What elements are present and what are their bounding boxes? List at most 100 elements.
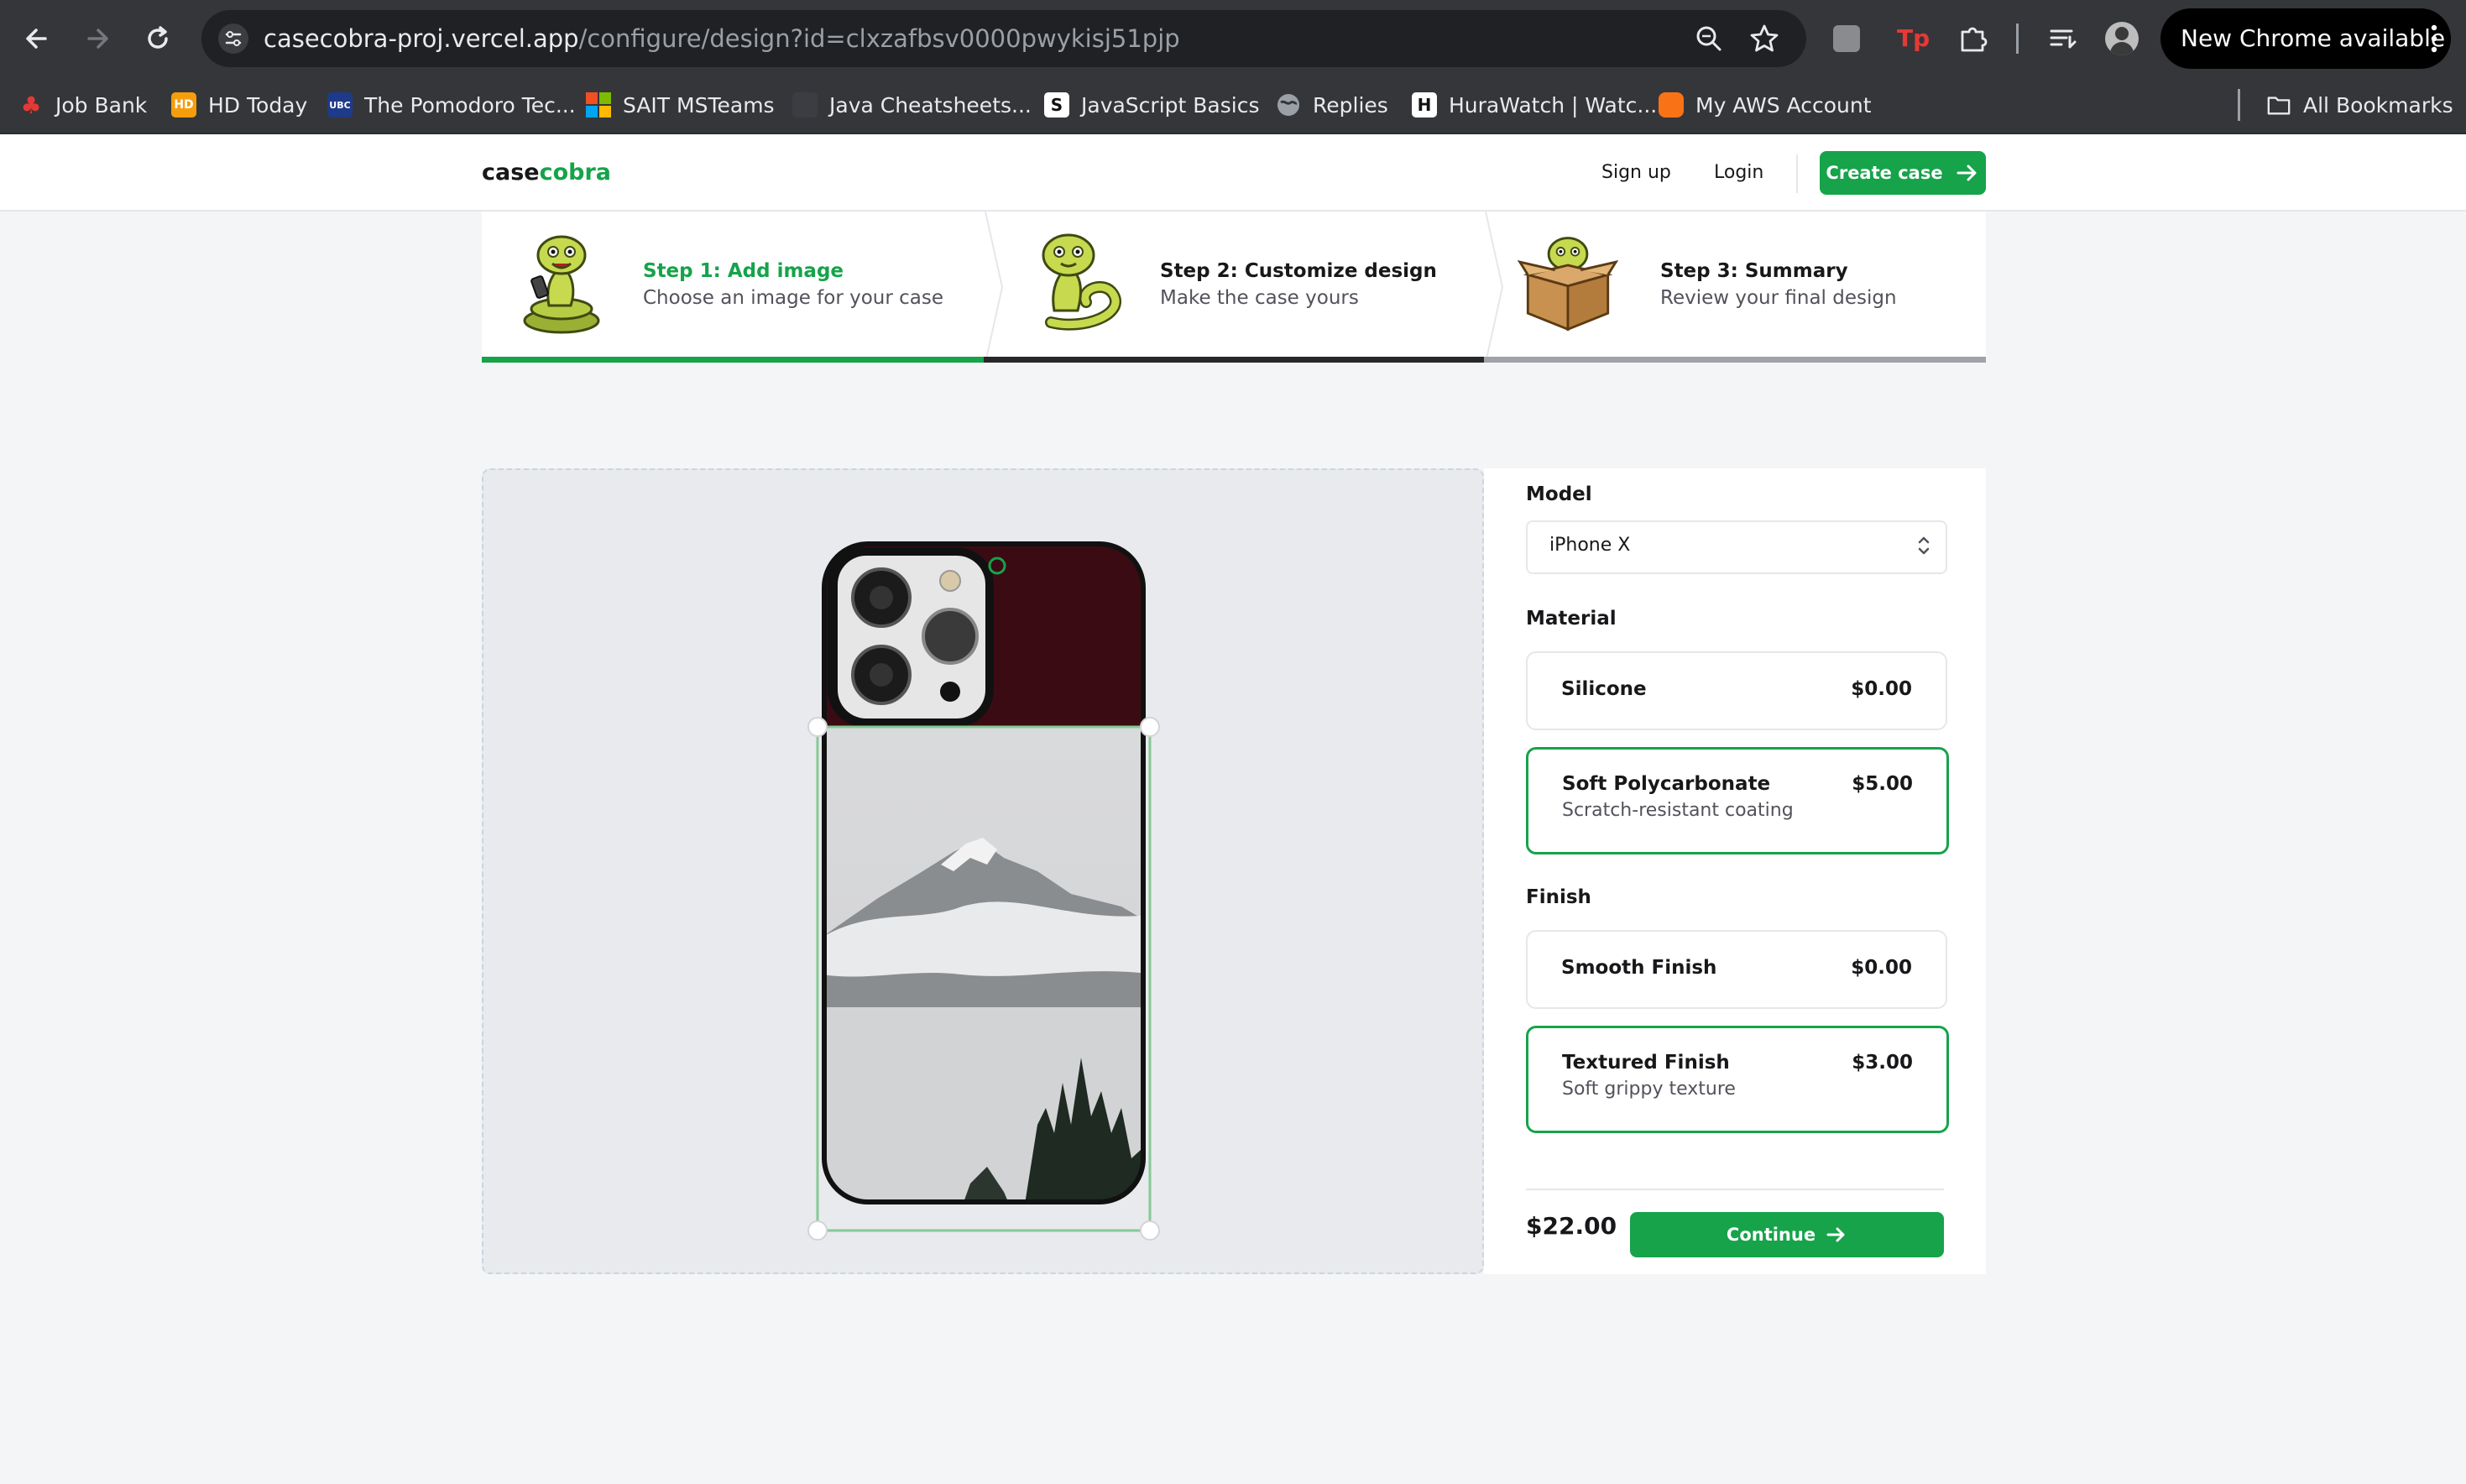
bookmark-label: My AWS Account — [1695, 92, 1872, 118]
reload-icon — [148, 26, 168, 49]
url-path: /configure/design?id=clxzafbsv0000pwykis… — [578, 24, 1180, 53]
model-select[interactable]: iPhone X — [1526, 520, 1947, 574]
bookmarks-divider — [2238, 89, 2240, 121]
step-add-image: Step 1: Add image Choose an image for yo… — [482, 212, 984, 363]
finish-label: Finish — [1526, 886, 1591, 908]
material-label: Material — [1526, 608, 1617, 630]
uploaded-image[interactable] — [818, 727, 1150, 1231]
options-panel: Model iPhone X Material Silicone $0.00 S… — [1484, 468, 1986, 1274]
toolbar-divider — [2016, 24, 2019, 54]
chevron-up-down-icon — [1918, 536, 1930, 555]
resize-handle-top-right[interactable] — [1140, 717, 1160, 737]
url-host: casecobra-proj.vercel.app — [264, 24, 579, 53]
extension-icon[interactable] — [1833, 25, 1860, 52]
all-bookmarks-button[interactable]: All Bookmarks — [2266, 77, 2453, 133]
option-name: Silicone — [1561, 678, 1647, 700]
puzzle-extensions-icon[interactable] — [1956, 22, 1989, 55]
forward-button[interactable] — [72, 13, 123, 64]
snake-in-box-icon — [1518, 237, 1618, 332]
step-title: Step 2: Customize design — [1160, 260, 1437, 282]
design-canvas — [482, 468, 1484, 1274]
step-title: Step 1: Add image — [643, 260, 844, 282]
bookmark-item[interactable]: HD HD Today — [171, 77, 307, 133]
bookmark-label: JavaScript Basics — [1081, 92, 1260, 118]
reload-button[interactable] — [133, 13, 183, 64]
step-progress-bar — [482, 357, 984, 363]
site-settings-icon[interactable] — [217, 22, 250, 55]
new-chrome-available-button[interactable]: New Chrome available — [2160, 8, 2451, 69]
option-price: $3.00 — [1852, 1052, 1913, 1074]
option-price: $0.00 — [1851, 957, 1912, 979]
maple-leaf-icon: ♣ — [20, 91, 42, 119]
bookmark-item[interactable]: UBC The Pomodoro Tec... — [327, 77, 576, 133]
resize-handle-top-left[interactable] — [807, 717, 828, 737]
progress-steps: Step 1: Add image Choose an image for yo… — [482, 212, 1986, 363]
create-case-label: Create case — [1826, 163, 1943, 183]
bookmark-label: Replies — [1313, 92, 1388, 118]
logo-cobra-text: cobra — [539, 159, 612, 186]
bookmark-label: HuraWatch | Watc... — [1449, 92, 1658, 118]
resize-handle-bottom-right[interactable] — [1140, 1220, 1160, 1241]
back-button[interactable] — [12, 13, 62, 64]
finish-option-smooth[interactable]: Smooth Finish $0.00 — [1526, 930, 1947, 1009]
option-price: $5.00 — [1852, 773, 1913, 795]
bookmark-item[interactable]: Replies — [1276, 77, 1388, 133]
address-bar[interactable]: casecobra-proj.vercel.app/configure/desi… — [201, 10, 1806, 67]
continue-button[interactable]: Continue — [1630, 1212, 1944, 1257]
bookmark-item[interactable]: H HuraWatch | Watc... — [1412, 77, 1657, 133]
browser-toolbar: casecobra-proj.vercel.app/configure/desi… — [0, 0, 2466, 77]
bookmark-label: Java Cheatsheets... — [829, 92, 1032, 118]
bookmark-item[interactable]: S JavaScript Basics — [1044, 77, 1259, 133]
resize-handle-bottom-left[interactable] — [807, 1220, 828, 1241]
bookmark-star-icon[interactable] — [1748, 22, 1781, 55]
tp-extension-icon[interactable]: Tp — [1897, 22, 1930, 55]
snake-holding-phone-icon — [523, 235, 600, 334]
finish-option-textured[interactable]: Textured Finish $3.00 Soft grippy textur… — [1526, 1026, 1949, 1133]
option-name: Smooth Finish — [1561, 957, 1717, 979]
continue-label: Continue — [1726, 1225, 1816, 1245]
back-arrow-icon — [26, 29, 47, 49]
bookmark-item[interactable]: SAIT MSTeams — [586, 77, 775, 133]
more-menu-icon[interactable] — [2429, 24, 2439, 54]
step-title: Step 3: Summary — [1660, 260, 1848, 282]
model-select-value: iPhone X — [1549, 535, 1631, 556]
material-option-silicone[interactable]: Silicone $0.00 — [1526, 651, 1947, 730]
header-divider — [1796, 154, 1798, 193]
ubc-icon: UBC — [327, 92, 353, 118]
url-text[interactable]: casecobra-proj.vercel.app/configure/desi… — [264, 10, 1180, 67]
option-description: Soft grippy texture — [1562, 1079, 1736, 1100]
step-progress-bar — [1484, 357, 1986, 363]
option-name: Textured Finish — [1562, 1052, 1730, 1074]
hd-icon: HD — [171, 92, 196, 118]
step-description: Make the case yours — [1160, 287, 1359, 309]
login-link[interactable]: Login — [1714, 134, 1763, 212]
new-chrome-label: New Chrome available — [2181, 24, 2446, 52]
bookmark-label: HD Today — [208, 92, 308, 118]
forward-arrow-icon — [87, 29, 108, 49]
phone-preview — [807, 541, 1160, 1241]
casecobra-logo[interactable]: casecobra — [482, 134, 611, 212]
java-icon — [792, 92, 818, 118]
step-description: Review your final design — [1660, 287, 1897, 309]
microsoft-icon — [586, 92, 611, 118]
bookmark-item[interactable]: Java Cheatsheets... — [792, 77, 1032, 133]
globe-icon — [1277, 94, 1299, 116]
all-bookmarks-label: All Bookmarks — [2303, 92, 2453, 118]
bookmark-item[interactable]: ♣ Job Bank — [18, 77, 147, 133]
bookmark-item[interactable]: My AWS Account — [1659, 77, 1872, 133]
folder-icon — [2267, 97, 2291, 115]
create-case-button[interactable]: Create case — [1820, 151, 1986, 195]
site-header: casecobra Sign up Login Create case — [0, 134, 2466, 212]
profile-avatar[interactable] — [2105, 22, 2139, 55]
coiled-cobra-icon — [1042, 233, 1121, 331]
reading-list-icon[interactable] — [2046, 22, 2080, 55]
model-label: Model — [1526, 483, 1592, 505]
aws-icon — [1659, 92, 1684, 118]
total-price: $22.00 — [1526, 1212, 1617, 1240]
signup-link[interactable]: Sign up — [1601, 134, 1671, 212]
material-option-soft-polycarbonate[interactable]: Soft Polycarbonate $5.00 Scratch-resista… — [1526, 747, 1949, 854]
bookmark-label: Job Bank — [55, 92, 148, 118]
step-customize-design: Step 2: Customize design Make the case y… — [984, 212, 1486, 363]
zoom-icon[interactable] — [1692, 22, 1726, 55]
step-progress-bar — [984, 357, 1486, 363]
